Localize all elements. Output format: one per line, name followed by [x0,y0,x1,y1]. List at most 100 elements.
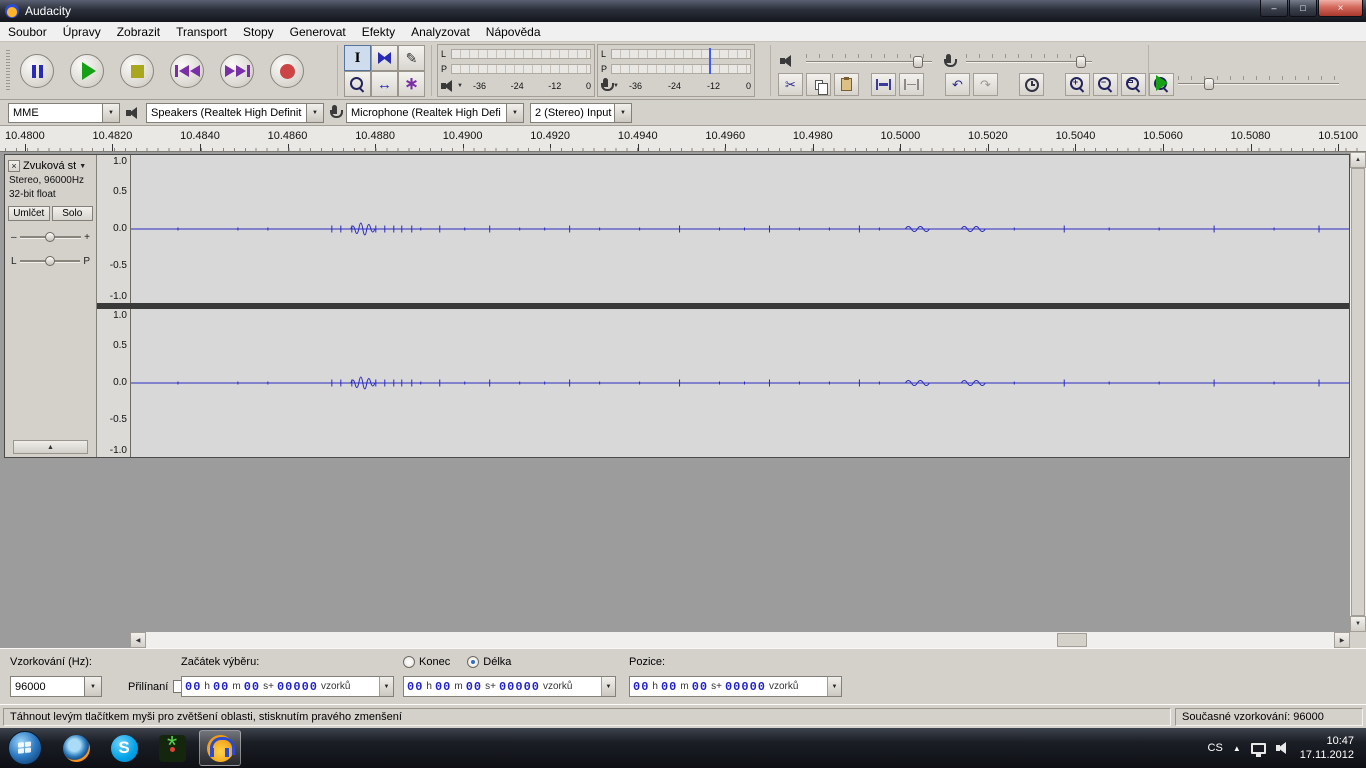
vertical-scrollbar-thumb[interactable] [1351,168,1365,616]
input-volume-slider[interactable] [964,52,1094,70]
play-speed-thumb[interactable] [1204,78,1214,90]
track-collapse-button[interactable]: ▲ [13,440,88,454]
selection-length-field[interactable]: 00h 00m 00s+ 00000vzorků ▼ [403,676,616,697]
input-channels-select[interactable]: 2 (Stereo) Input C ▼ [530,103,632,123]
chevron-down-icon[interactable]: ▼ [457,83,463,89]
chevron-down-icon[interactable]: ▼ [506,104,523,122]
menu-napoveda[interactable]: Nápověda [478,23,549,41]
chevron-down-icon[interactable]: ▼ [614,104,631,122]
envelope-tool-button[interactable] [371,45,398,71]
gain-slider-thumb[interactable] [45,232,55,242]
record-button[interactable] [270,54,304,88]
taskbar-item-skype[interactable]: S [103,730,145,766]
selection-start-field[interactable]: 00h 00m 00s+ 00000vzorků ▼ [181,676,394,697]
play-at-speed-icon[interactable] [1156,75,1168,91]
selection-tool-button[interactable]: I [344,45,371,71]
menu-stopy[interactable]: Stopy [235,23,282,41]
menu-generovat[interactable]: Generovat [282,23,354,41]
input-volume-thumb[interactable] [1076,56,1086,68]
output-device-select[interactable]: Speakers (Realtek High Definit ▼ [146,103,324,123]
language-indicator[interactable]: CS [1208,742,1223,754]
track-name[interactable]: Zvuková st [23,160,76,172]
sync-lock-button[interactable] [1019,73,1044,96]
chevron-down-icon[interactable]: ▼ [306,104,323,122]
chevron-down-icon[interactable]: ▼ [102,104,119,122]
time-format-dropdown-icon[interactable]: ▼ [379,677,393,696]
undo-button[interactable]: ↶ [945,73,970,96]
skip-end-button[interactable] [220,54,254,88]
scroll-right-icon[interactable]: ▶ [1334,632,1350,648]
vertical-ruler-right-channel[interactable]: 1.0 0.5 0.0 -0.5 -1.0 [97,309,131,457]
radio-length[interactable]: Délka [467,656,511,668]
menu-transport[interactable]: Transport [168,23,235,41]
start-button[interactable] [8,731,42,765]
chevron-down-icon[interactable]: ▼ [84,677,101,696]
time-format-dropdown-icon[interactable]: ▼ [601,677,615,696]
track-area[interactable]: × Zvuková st ▼ Stereo, 96000Hz 32-bit fl… [0,152,1366,648]
taskbar-item-firefox[interactable] [55,730,97,766]
output-volume-thumb[interactable] [913,56,923,68]
hidden-icons-icon[interactable]: ▲ [1233,744,1241,753]
menu-soubor[interactable]: Soubor [0,23,55,41]
horizontal-scrollbar-thumb[interactable] [1057,633,1087,647]
waveform-right-channel[interactable] [131,309,1349,457]
menu-upravy[interactable]: Úpravy [55,23,109,41]
menu-zobrazit[interactable]: Zobrazit [109,23,168,41]
pan-slider[interactable] [20,254,81,268]
cut-button[interactable]: ✂ [778,73,803,96]
taskbar-clock[interactable]: 10:47 17.11.2012 [1300,734,1354,762]
play-speed-slider[interactable] [1176,74,1341,92]
copy-button[interactable] [806,73,831,96]
zoom-in-button[interactable]: + [1065,73,1090,96]
gain-slider[interactable] [20,230,82,244]
vertical-scrollbar[interactable]: ▲ ▼ [1350,152,1366,632]
vertical-ruler-left-channel[interactable]: 1.0 0.5 0.0 -0.5 -1.0 [97,155,131,303]
timeshift-tool-button[interactable]: ↔ [371,71,398,97]
audio-track[interactable]: × Zvuková st ▼ Stereo, 96000Hz 32-bit fl… [4,154,1350,458]
taskbar-item-audacity[interactable] [199,730,241,766]
playback-meter[interactable]: L P ▼ -36-24-120 [437,44,595,97]
draw-tool-button[interactable]: ✎ [398,45,425,71]
transport-toolbar-grip[interactable] [6,50,10,91]
track-menu-icon[interactable]: ▼ [79,163,86,170]
stop-button[interactable] [120,54,154,88]
timeline-ruler[interactable]: 10.4800 10.4820 10.4840 10.4860 10.4880 … [0,126,1366,152]
waveform-left-channel[interactable] [131,155,1349,303]
radio-length-dot[interactable] [467,656,479,668]
radio-end[interactable]: Konec [403,656,450,668]
maximize-button[interactable]: □ [1289,0,1317,17]
volume-icon[interactable] [1276,742,1290,754]
redo-button[interactable]: ↷ [973,73,998,96]
multi-tool-button[interactable]: ∗ [398,71,425,97]
scroll-left-icon[interactable]: ◀ [130,632,146,648]
zoom-tool-button[interactable] [344,71,371,97]
time-format-dropdown-icon[interactable]: ▼ [827,677,841,696]
silence-button[interactable] [899,73,924,96]
scroll-down-icon[interactable]: ▼ [1350,616,1366,632]
minimize-button[interactable]: – [1260,0,1288,17]
solo-button[interactable]: Solo [52,206,94,221]
project-rate-select[interactable]: 96000 ▼ [10,676,102,697]
recording-meter[interactable]: L P ▼ -36-24-120 [597,44,755,97]
menu-analyzovat[interactable]: Analyzovat [403,23,478,41]
close-button[interactable]: × [1318,0,1363,17]
menu-efekty[interactable]: Efekty [354,23,403,41]
mute-button[interactable]: Umlčet [8,206,50,221]
scroll-up-icon[interactable]: ▲ [1350,152,1366,168]
track-close-button[interactable]: × [8,160,20,172]
paste-button[interactable] [834,73,859,96]
play-button[interactable] [70,54,104,88]
horizontal-scrollbar[interactable]: ◀ ▶ [130,632,1350,648]
skip-start-button[interactable] [170,54,204,88]
network-icon[interactable] [1251,743,1266,754]
taskbar-item-flower-app[interactable]: * [151,730,193,766]
position-field[interactable]: 00h 00m 00s+ 00000vzorků ▼ [629,676,842,697]
input-device-select[interactable]: Microphone (Realtek High Defi ▼ [346,103,524,123]
radio-end-dot[interactable] [403,656,415,668]
output-volume-slider[interactable] [804,52,934,70]
title-bar[interactable]: Audacity – □ × [0,0,1366,22]
zoom-out-button[interactable]: − [1093,73,1118,96]
trim-button[interactable] [871,73,896,96]
fit-selection-button[interactable] [1121,73,1146,96]
audio-host-select[interactable]: MME ▼ [8,103,120,123]
